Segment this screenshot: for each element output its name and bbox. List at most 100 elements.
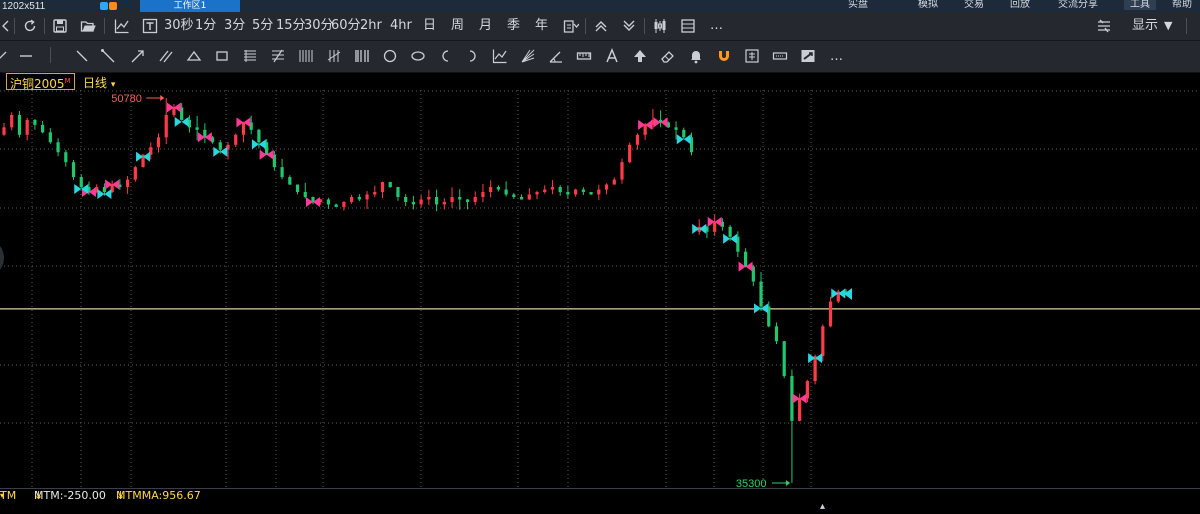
bell-icon[interactable] xyxy=(688,48,704,64)
candle-body xyxy=(33,119,37,125)
settings-sliders-icon[interactable] xyxy=(1096,18,1112,34)
candle-body xyxy=(172,107,176,115)
candle-body xyxy=(334,204,338,207)
period-4hr[interactable]: 4hr xyxy=(390,12,412,40)
trend-chart-icon[interactable] xyxy=(492,48,508,64)
fib-time-icon[interactable] xyxy=(326,48,342,64)
horizontal-line-icon[interactable] xyxy=(18,48,34,64)
keyboard-icon[interactable] xyxy=(772,48,788,64)
more-button[interactable]: … xyxy=(710,12,723,40)
candle-body xyxy=(481,192,485,197)
template-icon[interactable] xyxy=(142,18,158,34)
candle-body xyxy=(295,184,300,193)
candle-body xyxy=(798,398,802,421)
candle-body xyxy=(643,124,647,135)
candle-body xyxy=(241,122,246,135)
arrow-up-icon[interactable] xyxy=(632,48,648,64)
menu-share[interactable]: 交流分享 xyxy=(1058,0,1098,10)
folder-open-icon[interactable] xyxy=(80,18,96,34)
diagonal-line-icon[interactable] xyxy=(0,48,10,64)
menu-trade[interactable]: 交易 xyxy=(964,0,984,10)
candle-body xyxy=(782,341,786,377)
line-chart-icon[interactable] xyxy=(114,18,130,34)
candle-body xyxy=(743,251,748,267)
menu-tools[interactable]: 工具 xyxy=(1124,0,1156,10)
period-60m[interactable]: 60分 xyxy=(331,12,361,40)
triangle-icon[interactable] xyxy=(186,48,202,64)
ellipse-icon[interactable] xyxy=(410,48,426,64)
period-3m[interactable]: 3分 xyxy=(224,12,245,40)
refresh-icon[interactable] xyxy=(22,18,38,34)
arrow-line-icon[interactable] xyxy=(130,48,146,64)
save-icon[interactable] xyxy=(52,18,68,34)
candle-body xyxy=(612,179,616,185)
period-2hr[interactable]: 2hr xyxy=(360,12,382,40)
period-week[interactable]: 周 xyxy=(451,12,464,40)
arc-right-icon[interactable] xyxy=(464,48,480,64)
candle-body xyxy=(234,134,238,145)
contract-selector[interactable]: 沪铜2005M xyxy=(6,73,75,91)
cycle-lines-icon[interactable] xyxy=(354,48,370,64)
workspace-tab[interactable]: 工作区1 xyxy=(140,0,240,12)
candle-body xyxy=(48,132,52,143)
candle-body xyxy=(566,192,570,195)
chevron-down-icon[interactable]: ▼ xyxy=(1164,12,1172,40)
period-year[interactable]: 年 xyxy=(535,12,548,40)
parallel-lines-icon[interactable] xyxy=(158,48,174,64)
chevron-down-double-icon[interactable] xyxy=(621,18,637,34)
menu-help[interactable]: 帮助 xyxy=(1172,0,1192,10)
period-month[interactable]: 月 xyxy=(479,12,492,40)
custom-period-icon[interactable] xyxy=(563,18,579,34)
candle-body xyxy=(64,152,68,163)
candle-body xyxy=(604,184,609,190)
candle-body xyxy=(558,187,562,193)
period-day[interactable]: 日 xyxy=(423,12,436,40)
candle-body xyxy=(489,187,493,193)
lock-drawings-icon[interactable] xyxy=(744,48,760,64)
candlestick-icon[interactable] xyxy=(652,18,668,34)
segment-icon[interactable] xyxy=(74,48,90,64)
candle-body xyxy=(288,177,292,185)
rectangle-icon[interactable] xyxy=(214,48,230,64)
circle-icon[interactable] xyxy=(382,48,398,64)
menu-sim[interactable]: 模拟 xyxy=(918,0,938,10)
time-zones-icon[interactable] xyxy=(298,48,314,64)
kline-chart[interactable]: 50780 35300 xyxy=(0,90,1200,487)
text-tool-icon[interactable] xyxy=(604,48,620,64)
menu-replay[interactable]: 回放 xyxy=(1010,0,1030,10)
candle-body xyxy=(574,189,578,195)
chevron-up-double-icon[interactable] xyxy=(593,18,609,34)
high-price-label: 50780 xyxy=(111,93,142,105)
eraser-icon[interactable] xyxy=(660,48,676,64)
period-quarter[interactable]: 季 xyxy=(507,12,520,40)
candle-body xyxy=(2,127,6,135)
arc-left-icon[interactable] xyxy=(438,48,454,64)
period-selector[interactable]: 日线 ▾ xyxy=(83,74,115,91)
magnet-icon[interactable] xyxy=(716,48,732,64)
period-1m[interactable]: 1分 xyxy=(195,12,216,40)
layout-icon[interactable] xyxy=(680,18,696,34)
period-15m[interactable]: 15分 xyxy=(276,12,306,40)
menu-live[interactable]: 实盘 xyxy=(848,0,868,10)
candle-body xyxy=(674,127,678,130)
display-button-label[interactable]: 显示 xyxy=(1132,12,1158,40)
main-toolbar: 30秒 1分 3分 5分 15分 30分 60分 2hr 4hr 日 周 月 季… xyxy=(0,12,1200,41)
period-30s[interactable]: 30秒 xyxy=(164,12,194,40)
gann-fan-icon[interactable] xyxy=(520,48,536,64)
hide-drawings-icon[interactable] xyxy=(800,48,816,64)
candle-body xyxy=(257,129,261,143)
candle-body xyxy=(620,162,624,180)
draw-more-button[interactable]: … xyxy=(830,43,843,71)
fib-fan-icon[interactable] xyxy=(270,48,286,64)
chevron-left-icon[interactable] xyxy=(0,18,14,34)
fib-retracement-icon[interactable] xyxy=(242,48,258,64)
candle-body xyxy=(434,196,439,205)
candle-body xyxy=(56,142,60,153)
period-30m[interactable]: 30分 xyxy=(304,12,334,40)
ruler-icon[interactable] xyxy=(576,48,592,64)
ray-icon[interactable] xyxy=(100,48,116,64)
scroll-handle xyxy=(0,246,4,270)
candle-body xyxy=(504,189,508,195)
angle-icon[interactable] xyxy=(548,48,564,64)
period-5m[interactable]: 5分 xyxy=(252,12,273,40)
